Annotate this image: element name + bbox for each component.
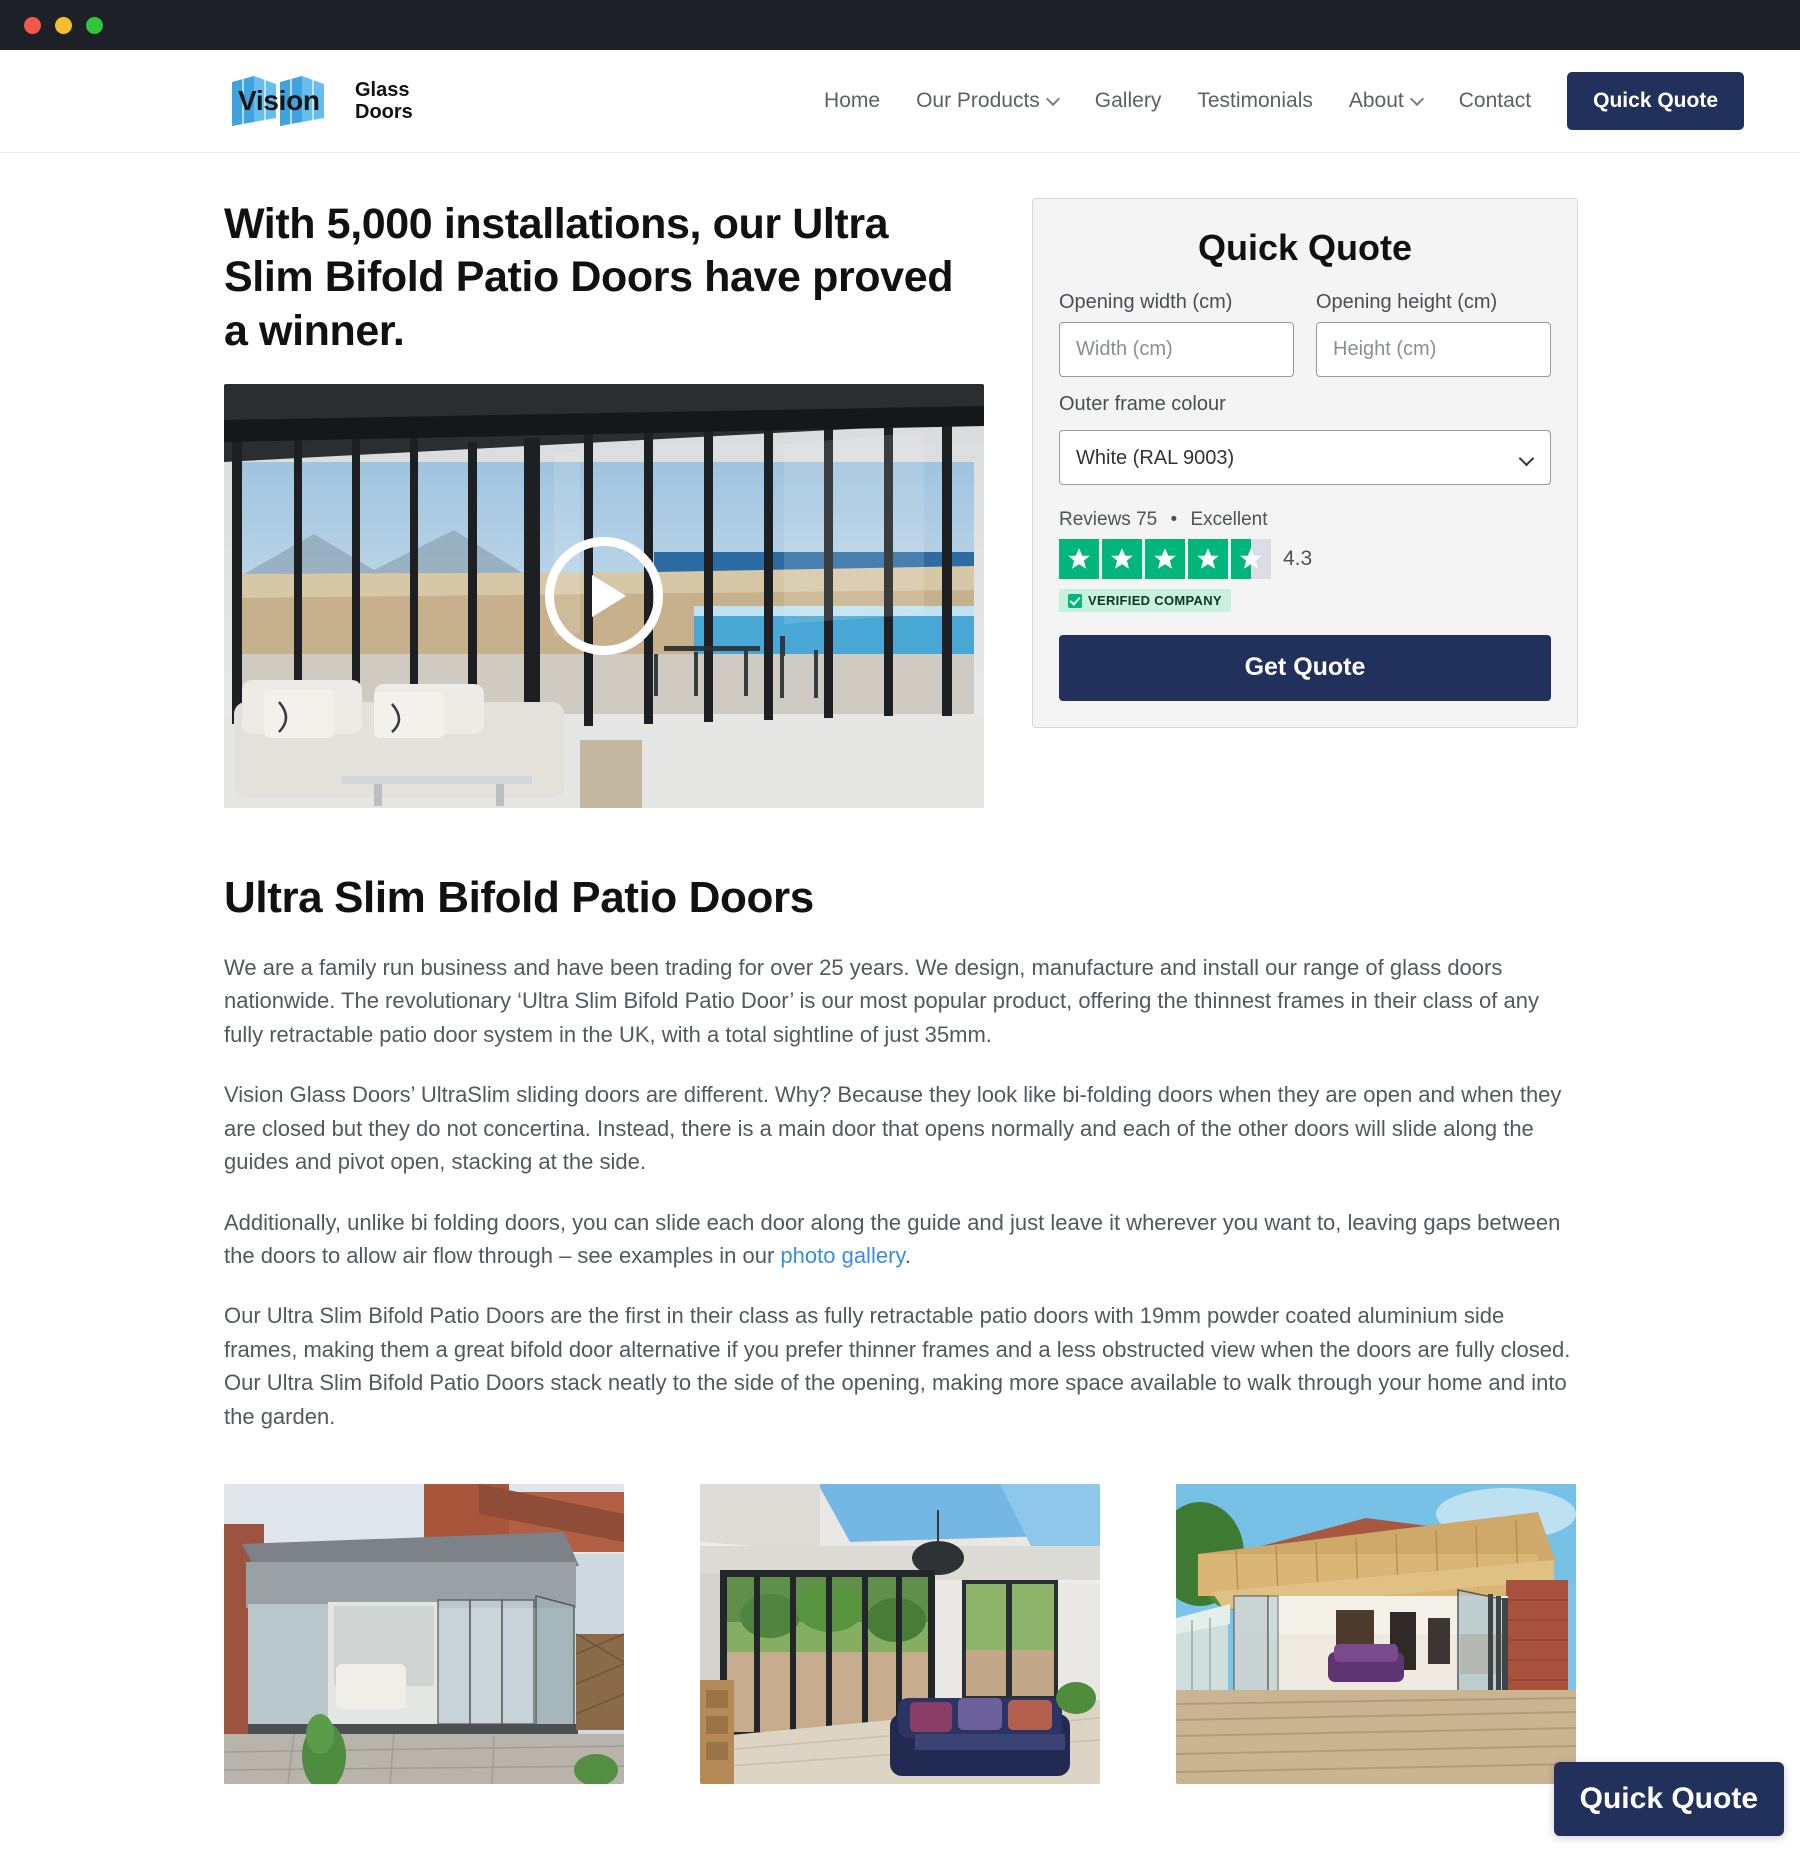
gallery-image-3[interactable] xyxy=(1176,1484,1576,1785)
nav-item-about[interactable]: About xyxy=(1331,89,1441,113)
quick-quote-form: Quick Quote Opening width (cm) Opening h… xyxy=(1032,198,1578,728)
get-quote-button[interactable]: Get Quote xyxy=(1059,634,1551,701)
star-half-icon xyxy=(1231,539,1271,579)
site-header: Vision Glass Doors Home Our Products Gal… xyxy=(0,50,1800,153)
logo-line-doors: Doors xyxy=(355,101,413,123)
gallery-image-1[interactable] xyxy=(224,1484,624,1785)
photo-gallery-link[interactable]: photo gallery xyxy=(780,1243,904,1268)
star-rating: 4.3 xyxy=(1059,539,1551,579)
browser-titlebar xyxy=(0,0,1800,50)
chevron-down-icon xyxy=(1048,94,1059,105)
star-icon xyxy=(1145,539,1185,579)
article-paragraph-4: Our Ultra Slim Bifold Patio Doors are th… xyxy=(224,1303,1571,1429)
header-quick-quote-button[interactable]: Quick Quote xyxy=(1567,72,1744,130)
image-gallery xyxy=(224,1460,1576,1785)
nav-label: Home xyxy=(824,89,881,112)
hero-left-column: With 5,000 installations, our Ultra Slim… xyxy=(224,198,984,808)
nav-item-our-products[interactable]: Our Products xyxy=(898,89,1077,113)
nav-item-contact[interactable]: Contact xyxy=(1441,89,1549,113)
check-icon xyxy=(1068,593,1082,608)
sticky-quick-quote-button[interactable]: Quick Quote xyxy=(1553,1762,1784,1836)
nav-label: Gallery xyxy=(1094,89,1162,112)
trustpilot-widget[interactable]: Reviews 75 • Excellent 4.3 VERIFIED COMP… xyxy=(1059,509,1551,613)
main-navigation: Home Our Products Gallery Testimonials A… xyxy=(806,72,1744,130)
frame-colour-select[interactable]: White (RAL 9003) xyxy=(1059,430,1551,485)
nav-item-testimonials[interactable]: Testimonials xyxy=(1179,89,1331,113)
rating-score: 4.3 xyxy=(1283,547,1313,570)
nav-label: Contact xyxy=(1458,89,1532,112)
reviews-sentiment-label: Excellent xyxy=(1190,509,1268,530)
hero-video-thumbnail[interactable] xyxy=(224,383,984,808)
features-section: Ultra Slim Patio Door Features Made to m… xyxy=(224,1784,1576,1850)
article-paragraph-2: Vision Glass Doors’ UltraSlim sliding do… xyxy=(224,1082,1562,1175)
logo-word-vision: Vision xyxy=(238,85,320,116)
reviews-summary-line: Reviews 75 • Excellent xyxy=(1059,509,1551,531)
window-maximize-button[interactable] xyxy=(86,16,103,34)
paragraph-3-text-after: . xyxy=(904,1243,911,1268)
page-viewport: Vision Glass Doors Home Our Products Gal… xyxy=(0,50,1800,1850)
nav-label: Our Products xyxy=(916,89,1040,112)
page-content: With 5,000 installations, our Ultra Slim… xyxy=(0,153,1800,1850)
logo-line-glass: Glass xyxy=(355,78,410,101)
article-paragraph-1: We are a family run business and have be… xyxy=(224,954,1539,1047)
nav-label: Testimonials xyxy=(1197,89,1313,112)
stars-group xyxy=(1059,539,1271,579)
verified-label: VERIFIED COMPANY xyxy=(1088,593,1222,608)
site-logo[interactable]: Vision Glass Doors xyxy=(228,74,413,128)
star-icon xyxy=(1188,539,1228,579)
quick-quote-title: Quick Quote xyxy=(1197,227,1413,268)
star-icon xyxy=(1102,539,1142,579)
opening-width-label: Opening width (cm) xyxy=(1059,291,1233,313)
hero-section: With 5,000 installations, our Ultra Slim… xyxy=(224,153,1578,808)
logo-text: Glass Doors xyxy=(355,79,413,124)
reviews-count-label: Reviews 75 xyxy=(1059,509,1158,530)
outer-frame-colour-label: Outer frame colour xyxy=(1059,393,1226,415)
verified-company-badge: VERIFIED COMPANY xyxy=(1059,589,1231,612)
opening-height-field: Opening height (cm) xyxy=(1316,291,1551,377)
article-paragraph-3: Additionally, unlike bi folding doors, y… xyxy=(224,1206,1576,1273)
nav-item-gallery[interactable]: Gallery xyxy=(1077,89,1180,113)
window-minimize-button[interactable] xyxy=(55,16,72,34)
separator-dot: • xyxy=(1170,509,1178,530)
gallery-image-2[interactable] xyxy=(700,1484,1100,1785)
folding-door-logo-icon: Vision xyxy=(228,74,346,128)
opening-height-label: Opening height (cm) xyxy=(1316,291,1498,313)
play-triangle-icon xyxy=(591,574,626,617)
opening-width-field: Opening width (cm) xyxy=(1059,291,1294,377)
chevron-down-icon xyxy=(1412,94,1423,105)
article-title: Ultra Slim Bifold Patio Doors xyxy=(224,872,814,922)
article-section: Ultra Slim Bifold Patio Doors We are a f… xyxy=(224,808,1576,1433)
nav-item-home[interactable]: Home xyxy=(806,89,898,113)
dimension-fields: Opening width (cm) Opening height (cm) xyxy=(1059,291,1551,377)
window-close-button[interactable] xyxy=(24,16,41,34)
play-button[interactable] xyxy=(545,536,663,655)
outer-frame-colour-field: Outer frame colour White (RAL 9003) xyxy=(1059,393,1551,485)
nav-label: About xyxy=(1348,89,1404,112)
page-title: With 5,000 installations, our Ultra Slim… xyxy=(224,200,954,355)
height-input[interactable] xyxy=(1316,322,1551,377)
star-icon xyxy=(1059,539,1099,579)
width-input[interactable] xyxy=(1059,322,1294,377)
